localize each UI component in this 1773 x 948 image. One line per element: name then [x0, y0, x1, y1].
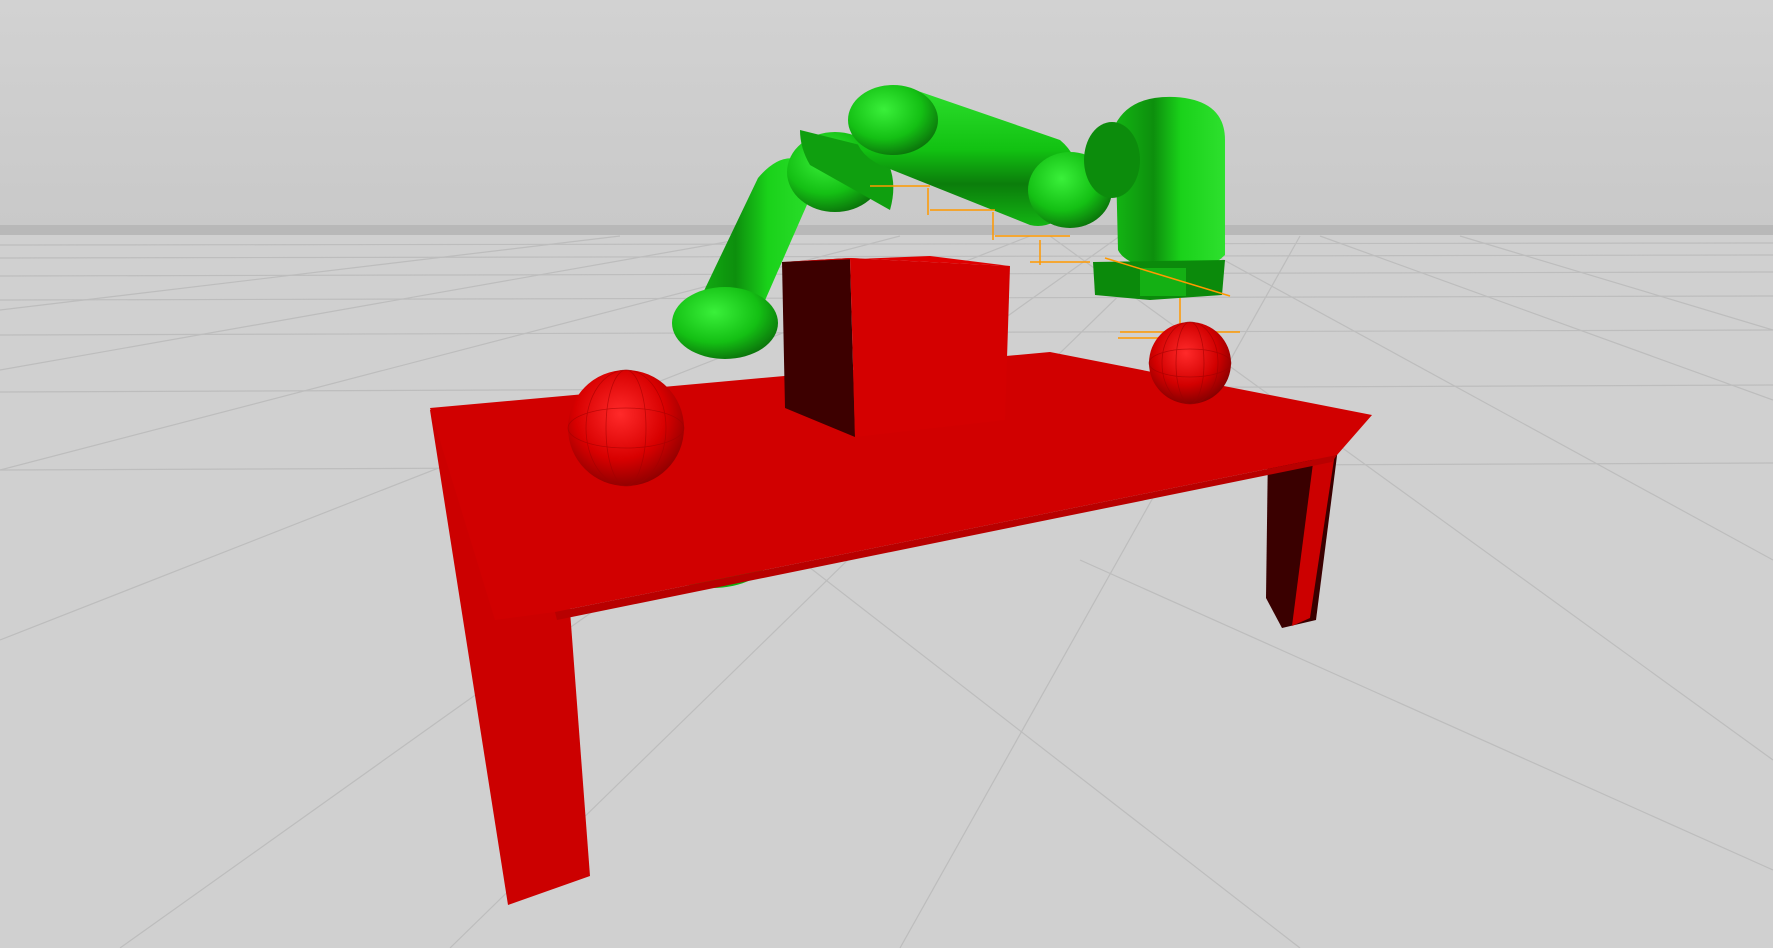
robot-joint-5	[1084, 122, 1140, 198]
robot-joint-1	[672, 287, 778, 359]
robot-joint-3	[848, 85, 938, 155]
sphere-right-body	[1149, 322, 1231, 404]
horizon-band	[0, 225, 1773, 235]
sphere-left	[567, 369, 685, 487]
simulation-viewport[interactable]	[0, 0, 1773, 948]
cube-front-face	[850, 258, 1010, 437]
sphere-left-body	[568, 370, 684, 486]
sphere-right	[1148, 321, 1232, 405]
cube	[782, 256, 1010, 437]
scene-canvas[interactable]	[0, 0, 1773, 948]
cube-side-face	[782, 258, 855, 437]
robot-gripper-tip	[1140, 268, 1186, 296]
